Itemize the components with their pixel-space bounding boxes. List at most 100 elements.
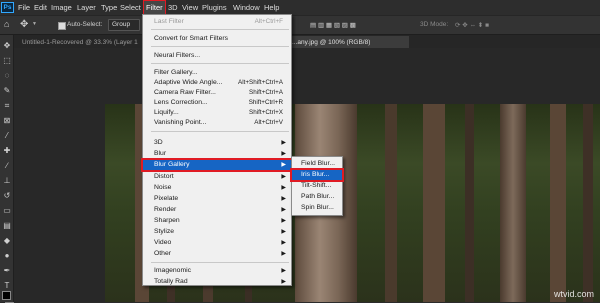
chevron-right-icon: ▶ [281, 240, 286, 246]
filter-dropdown-menu: Last Filter Alt+Ctrl+F Convert for Smart… [141, 14, 293, 287]
menu-view[interactable]: View [182, 0, 198, 15]
quick-select-tool-icon[interactable]: ✎ [2, 86, 12, 96]
chevron-right-icon: ▶ [281, 251, 286, 257]
menu-layer[interactable]: Layer [77, 0, 96, 15]
menu-item-distort[interactable]: Distort ▶ [143, 172, 291, 182]
foreground-color-swatch[interactable] [2, 291, 11, 300]
type-tool-icon[interactable]: T [2, 281, 12, 291]
menu-item-filter-gallery[interactable]: Filter Gallery... [143, 68, 291, 78]
dodge-tool-icon[interactable]: ● [2, 251, 12, 261]
tools-panel: ✥ ⬚ ◌ ✎ ⌗ ⊠ ⁄ ✚ ∕ ⊥ ↺ ▭ ▤ ◆ ● ✒ T [0, 35, 14, 303]
menu-item-lens-correction[interactable]: Lens Correction... Shift+Ctrl+R [143, 98, 291, 108]
auto-select-dropdown[interactable]: Group [108, 19, 140, 31]
menu-image[interactable]: Image [51, 0, 72, 15]
healing-brush-tool-icon[interactable]: ✚ [2, 146, 12, 156]
menu-item-liquify[interactable]: Liquify... Shift+Ctrl+X [143, 108, 291, 118]
menu-item-other[interactable]: Other ▶ [143, 249, 291, 259]
menu-bar: Ps File Edit Image Layer Type Select Fil… [0, 0, 600, 15]
submenu-item-tilt-shift[interactable]: Tilt-Shift... [292, 181, 342, 191]
menu-item-3d[interactable]: 3D ▶ [143, 138, 291, 148]
menu-separator [151, 131, 289, 132]
menu-item-totally-rad[interactable]: Totally Rad ▶ [143, 277, 291, 287]
chevron-right-icon: ▶ [281, 162, 286, 168]
menu-type[interactable]: Type [101, 0, 117, 15]
tree-trunk [465, 104, 474, 302]
menu-item-pixelate[interactable]: Pixelate ▶ [143, 194, 291, 204]
menu-separator [151, 262, 289, 263]
menu-item-adaptive-wide-angle[interactable]: Adaptive Wide Angle... Alt+Shift+Ctrl+A [143, 78, 291, 88]
menu-edit[interactable]: Edit [34, 0, 47, 15]
menu-select[interactable]: Select [120, 0, 141, 15]
menu-separator [151, 63, 289, 64]
blur-gallery-submenu: Field Blur... Iris Blur... Tilt-Shift...… [290, 156, 344, 216]
menu-item-blur-gallery[interactable]: Blur Gallery ▶ [141, 158, 293, 172]
submenu-item-field-blur[interactable]: Field Blur... [292, 159, 342, 169]
3d-mode-label: 3D Mode: [420, 21, 449, 28]
tree-trunk [583, 104, 593, 302]
submenu-item-path-blur[interactable]: Path Blur... [292, 192, 342, 202]
menu-filter[interactable]: Filter [143, 0, 166, 15]
brush-tool-icon[interactable]: ∕ [2, 161, 12, 171]
menu-separator [151, 29, 289, 30]
menu-help[interactable]: Help [264, 0, 279, 15]
menu-item-render[interactable]: Render ▶ [143, 205, 291, 215]
frame-tool-icon[interactable]: ⊠ [2, 116, 12, 126]
menu-item-last-filter: Last Filter Alt+Ctrl+F [154, 18, 283, 25]
menu-item-noise[interactable]: Noise ▶ [143, 183, 291, 193]
menu-item-convert-smart-filters[interactable]: Convert for Smart Filters [143, 34, 291, 44]
chevron-right-icon: ▶ [281, 268, 286, 274]
menu-item-sharpen[interactable]: Sharpen ▶ [143, 216, 291, 226]
menu-plugins[interactable]: Plugins [202, 0, 227, 15]
submenu-item-iris-blur[interactable]: Iris Blur... [290, 168, 344, 182]
chevron-right-icon: ▶ [281, 229, 286, 235]
home-icon[interactable]: ⌂ [4, 20, 12, 29]
chevron-right-icon: ▶ [281, 185, 286, 191]
menu-item-neural-filters[interactable]: Neural Filters... [143, 51, 291, 61]
menu-item-vanishing-point[interactable]: Vanishing Point... Alt+Ctrl+V [143, 118, 291, 128]
lasso-tool-icon[interactable]: ◌ [2, 71, 12, 81]
chevron-right-icon: ▶ [281, 196, 286, 202]
auto-select-label: Auto-Select: [67, 21, 103, 28]
menu-separator [151, 46, 289, 47]
tab-active-document[interactable]: ...any.jpg @ 100% (RGB/8) [292, 37, 370, 48]
auto-select-checkbox[interactable] [58, 22, 66, 30]
tree-trunk [500, 104, 526, 302]
menu-item-video[interactable]: Video ▶ [143, 238, 291, 248]
chevron-right-icon: ▶ [281, 140, 286, 146]
gradient-tool-icon[interactable]: ▤ [2, 221, 12, 231]
chevron-down-icon[interactable]: ▼ [32, 21, 37, 27]
menu-item-imagenomic[interactable]: Imagenomic ▶ [143, 266, 291, 276]
eyedropper-tool-icon[interactable]: ⁄ [2, 131, 12, 141]
tree-trunk [550, 104, 566, 302]
marquee-tool-icon[interactable]: ⬚ [2, 56, 12, 66]
menu-item-stylize[interactable]: Stylize ▶ [143, 227, 291, 237]
move-tool-icon[interactable]: ✥ [2, 41, 12, 51]
3d-mode-icons[interactable]: ⟳ ✥ ⇔ ⬍ ■ [455, 21, 489, 29]
menu-3d[interactable]: 3D [168, 0, 178, 15]
menu-item-blur[interactable]: Blur ▶ [143, 149, 291, 159]
chevron-right-icon: ▶ [281, 174, 286, 180]
align-icons[interactable]: ▤ ▥ ▦ ▧ ▨ ▩ [310, 21, 356, 29]
options-bar: ⌂ ✥ ▼ Auto-Select: Group ▤ ▥ ▦ ▧ ▨ ▩ 3D … [0, 15, 600, 35]
menu-item-camera-raw[interactable]: Camera Raw Filter... Shift+Ctrl+A [143, 88, 291, 98]
photoshop-logo-icon[interactable]: Ps [1, 2, 14, 13]
chevron-right-icon: ▶ [281, 218, 286, 224]
tree-trunk [385, 104, 397, 302]
chevron-right-icon: ▶ [281, 207, 286, 213]
move-tool-icon[interactable]: ✥ [20, 19, 28, 30]
tree-trunk [423, 104, 445, 302]
pen-tool-icon[interactable]: ✒ [2, 266, 12, 276]
submenu-item-spin-blur[interactable]: Spin Blur... [292, 203, 342, 213]
tab-untitled[interactable]: Untitled-1-Recovered @ 33.3% (Layer 1 [22, 37, 138, 48]
eraser-tool-icon[interactable]: ▭ [2, 206, 12, 216]
chevron-right-icon: ▶ [281, 279, 286, 285]
watermark: wtvid.com [553, 289, 594, 299]
crop-tool-icon[interactable]: ⌗ [2, 101, 12, 111]
blur-tool-icon[interactable]: ◆ [2, 236, 12, 246]
history-brush-tool-icon[interactable]: ↺ [2, 191, 12, 201]
clone-stamp-tool-icon[interactable]: ⊥ [2, 176, 12, 186]
menu-file[interactable]: File [18, 0, 30, 15]
chevron-right-icon: ▶ [281, 151, 286, 157]
auto-select-value: Group [112, 21, 131, 28]
menu-window[interactable]: Window [233, 0, 260, 15]
